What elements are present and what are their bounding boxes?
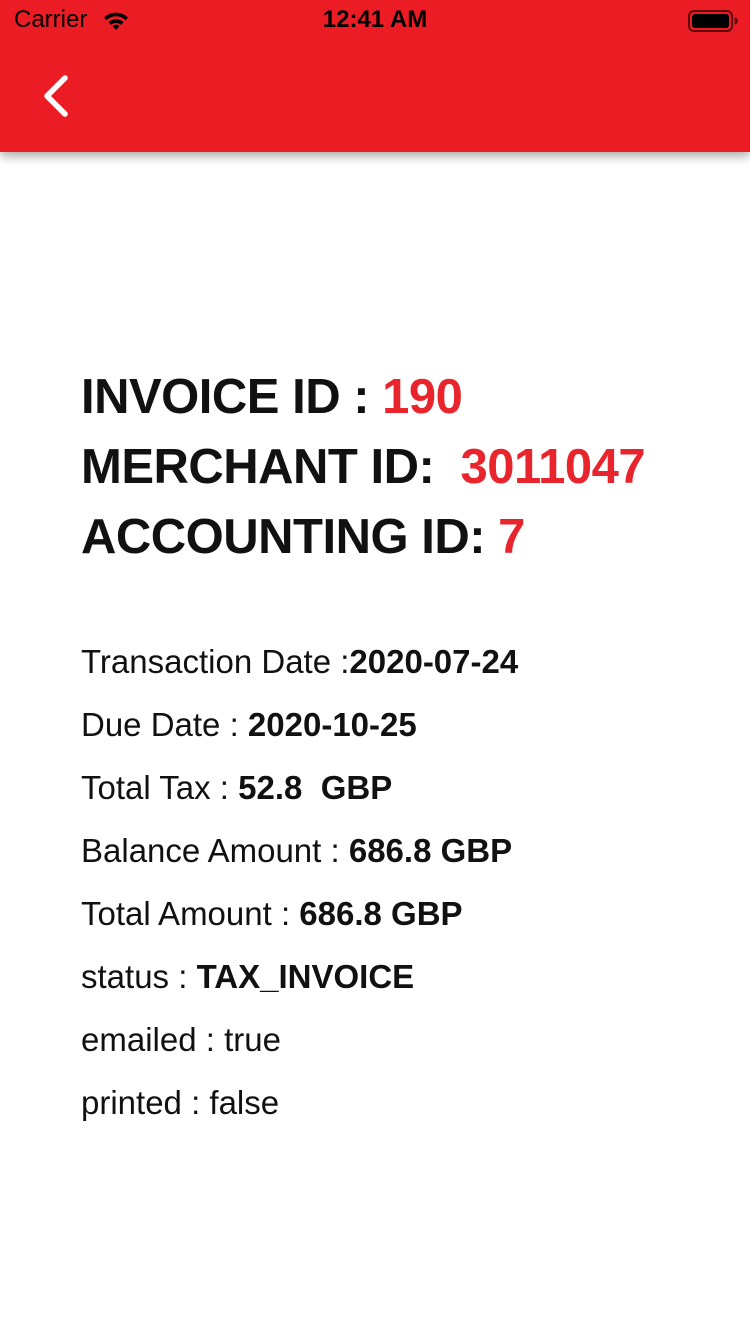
invoice-id-label: INVOICE ID : — [81, 370, 383, 424]
total-tax-value: 52.8 GBP — [238, 769, 393, 806]
printed-row: printed : false — [81, 1084, 280, 1121]
merchant-id-value: 3011047 — [460, 440, 646, 494]
status-bar: Carrier 12:41 AM — [0, 0, 750, 40]
status-row: status : TAX_INVOICE — [81, 945, 721, 1008]
transaction-date-label: Transaction Date : — [81, 643, 350, 680]
navigation-bar: Carrier 12:41 AM — [0, 0, 750, 152]
invoice-detail-screen: Carrier 12:41 AM INVOICE ID : 190 MERCHA… — [0, 0, 750, 1334]
total-tax-row: Total Tax : 52.8 GBP — [81, 756, 721, 819]
due-date-row: Due Date : 2020-10-25 — [81, 693, 721, 756]
status-value: TAX_INVOICE — [196, 958, 415, 995]
total-amount-row: Total Amount : 686.8 GBP — [81, 882, 721, 945]
accounting-id-row: ACCOUNTING ID: 7 — [81, 502, 721, 572]
balance-amount-value: 686.8 GBP — [348, 832, 513, 869]
status-label: status : — [81, 958, 197, 995]
emailed-row: emailed : true — [81, 1021, 281, 1058]
transaction-date-row: Transaction Date :2020-07-24 — [81, 630, 721, 693]
invoice-details: Transaction Date :2020-07-24 Due Date : … — [81, 630, 721, 1134]
total-amount-value: 686.8 GBP — [299, 895, 463, 932]
accounting-id-label: ACCOUNTING ID: — [81, 510, 499, 564]
invoice-id-row: INVOICE ID : 190 — [81, 362, 721, 432]
invoice-id-value: 190 — [382, 370, 463, 424]
merchant-id-row: MERCHANT ID: 3011047 — [81, 432, 721, 502]
invoice-content: INVOICE ID : 190 MERCHANT ID: 3011047 AC… — [81, 362, 721, 1134]
back-chevron-icon[interactable] — [30, 68, 86, 124]
clock: 12:41 AM — [322, 6, 428, 33]
accounting-id-value: 7 — [498, 510, 525, 564]
due-date-label: Due Date : — [81, 706, 248, 743]
total-tax-label: Total Tax : — [81, 769, 239, 806]
merchant-id-label: MERCHANT ID: — [81, 440, 461, 494]
balance-amount-label: Balance Amount : — [81, 832, 349, 869]
due-date-value: 2020-10-25 — [247, 706, 417, 743]
transaction-date-value: 2020-07-24 — [349, 643, 519, 680]
balance-amount-row: Balance Amount : 686.8 GBP — [81, 819, 721, 882]
battery-icon — [688, 10, 738, 32]
total-amount-label: Total Amount : — [81, 895, 300, 932]
